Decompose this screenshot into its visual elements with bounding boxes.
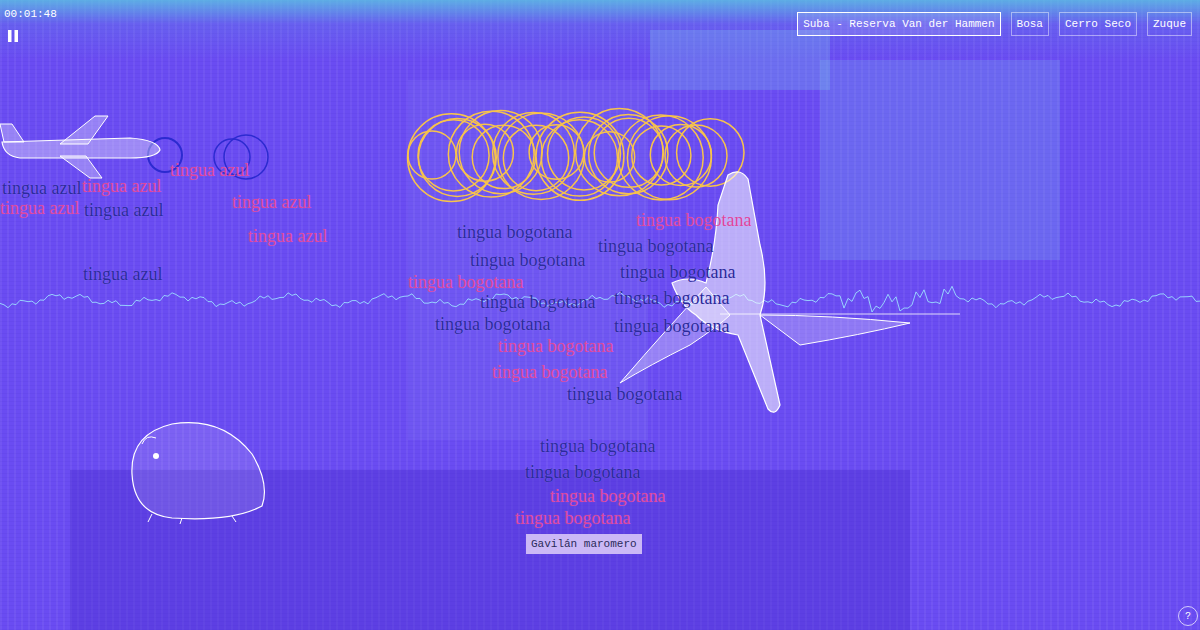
species-label: tingua bogotana <box>457 222 572 242</box>
species-label: tingua azul <box>83 264 162 284</box>
species-label: tingua bogotana <box>515 508 630 528</box>
location-button[interactable]: Cerro Seco <box>1059 12 1137 36</box>
playback-time: 00:01:48 <box>4 8 57 20</box>
species-label: tingua azul <box>232 192 311 212</box>
help-button[interactable]: ? <box>1178 606 1198 626</box>
species-label: tingua bogotana <box>598 236 713 256</box>
species-label: tingua bogotana <box>498 336 613 356</box>
species-label: tingua bogotana <box>636 210 751 230</box>
species-label: tingua azul <box>0 198 79 218</box>
species-label: tingua bogotana <box>540 436 655 456</box>
species-label: tingua bogotana <box>470 250 585 270</box>
species-tooltip: Gavilán maromero <box>526 534 642 554</box>
sound-map-stage: tingua azultingua azultingua azultingua … <box>0 0 1200 630</box>
pause-icon <box>7 29 19 43</box>
species-label: tingua bogotana <box>620 262 735 282</box>
guinea-pig-icon <box>112 414 272 524</box>
species-label: tingua bogotana <box>435 314 550 334</box>
location-button[interactable]: Bosa <box>1011 12 1049 36</box>
species-label: tingua azul <box>2 178 81 198</box>
species-label: tingua azul <box>248 226 327 246</box>
species-label: tingua bogotana <box>550 486 665 506</box>
species-label: tingua azul <box>82 176 161 196</box>
species-label: tingua azul <box>170 160 249 180</box>
spectrogram-patch <box>650 30 830 90</box>
species-label: tingua bogotana <box>567 384 682 404</box>
species-label: tingua azul <box>84 200 163 220</box>
spectrogram-patch <box>820 60 1060 260</box>
species-label: tingua bogotana <box>614 288 729 308</box>
play-pause-button[interactable] <box>4 27 22 45</box>
location-nav: Suba - Reserva Van der Hammen Bosa Cerro S… <box>797 12 1192 36</box>
location-button[interactable]: Zuque <box>1147 12 1192 36</box>
species-label: tingua bogotana <box>525 462 640 482</box>
species-label: tingua bogotana <box>408 272 523 292</box>
airplane-icon <box>0 112 165 182</box>
species-label: tingua bogotana <box>492 362 607 382</box>
species-label: tingua bogotana <box>480 292 595 312</box>
species-label: tingua bogotana <box>614 316 729 336</box>
location-button[interactable]: Suba - Reserva Van der Hammen <box>797 12 1000 36</box>
